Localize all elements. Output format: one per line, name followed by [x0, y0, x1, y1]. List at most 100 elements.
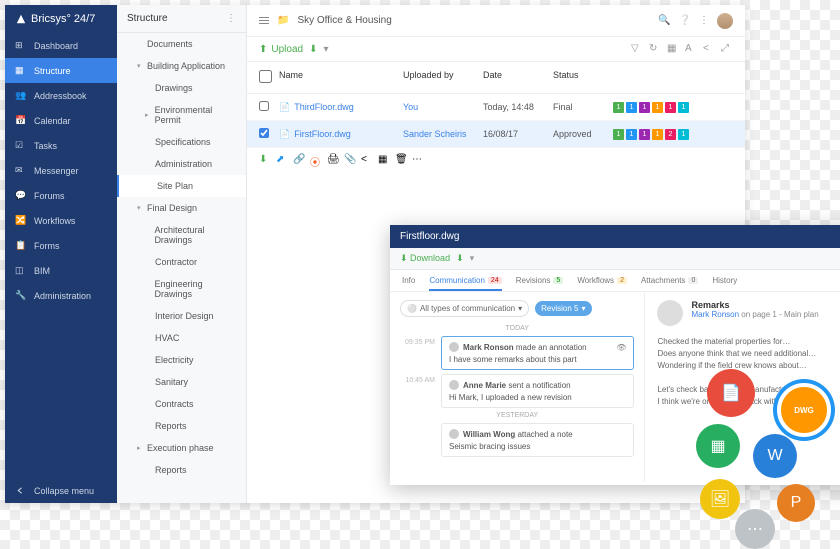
nav-forums[interactable]: 💬Forums — [5, 183, 117, 208]
tree-item[interactable]: Contractor — [117, 251, 246, 273]
tree-item[interactable]: Reports — [117, 459, 246, 481]
upload-button[interactable]: ⬆ Upload — [259, 44, 303, 55]
col-date-header[interactable]: Date — [483, 70, 553, 85]
preview-toolbar: ⬇ Download ⬇ ▾ ⋯ ⤢ — [390, 248, 840, 270]
tree-item[interactable]: ▾Building Application — [117, 55, 246, 77]
nav-tasks[interactable]: ☑Tasks — [5, 133, 117, 158]
table-header: Name Uploaded by Date Status — [247, 62, 745, 94]
activity-item[interactable]: William Wong attached a note Seismic bra… — [400, 423, 634, 457]
nav-workflows[interactable]: 🔀Workflows — [5, 208, 117, 233]
file-link[interactable]: 📄ThirdFloor.dwg — [279, 102, 403, 113]
tab-history[interactable]: History — [712, 276, 737, 285]
bubble-image-icon: 🖼 — [700, 479, 740, 519]
tree-item[interactable]: HVAC — [117, 327, 246, 349]
collapse-menu[interactable]: Collapse menu — [5, 478, 117, 503]
remark-title: Remarks — [691, 300, 818, 310]
activity-body: I have some remarks about this part — [449, 355, 626, 364]
tree-item[interactable]: Documents — [117, 33, 246, 55]
tab-revisions[interactable]: Revisions5 — [516, 276, 564, 285]
tree-item[interactable]: Site Plan — [117, 175, 246, 197]
preview-header: Firstfloor.dwg — ✕ — [390, 225, 840, 248]
refresh-icon[interactable]: ↻ — [649, 43, 661, 55]
action-print-icon[interactable]: 🖨 — [327, 154, 338, 165]
action-share-icon[interactable]: < — [361, 154, 372, 165]
table-row[interactable]: 📄FirstFloor.dwg Sander Scheiris 16/08/17… — [247, 121, 745, 148]
revision-dropdown[interactable]: Revision 5 ▾ — [535, 301, 591, 316]
col-status-header[interactable]: Status — [553, 70, 613, 85]
notifications-icon[interactable]: ⋮ — [699, 15, 709, 26]
tree-item[interactable]: Electricity — [117, 349, 246, 371]
status-badge: 1 — [665, 102, 676, 113]
uploaded-by[interactable]: Sander Scheiris — [403, 129, 483, 139]
search-icon[interactable]: 🔍 — [658, 15, 670, 26]
action-download-icon[interactable]: ⬇ — [259, 154, 270, 165]
col-name-header[interactable]: Name — [279, 70, 403, 85]
nav-forms[interactable]: 📋Forms — [5, 233, 117, 258]
visibility-icon[interactable]: 👁 — [616, 343, 626, 352]
tree-item[interactable]: ▸Execution phase — [117, 437, 246, 459]
nav-dashboard[interactable]: ⊞Dashboard — [5, 33, 117, 58]
tree-item[interactable]: Administration — [117, 153, 246, 175]
nav-structure[interactable]: ▦Structure — [5, 58, 117, 83]
user-avatar[interactable] — [717, 13, 733, 29]
tree-item[interactable]: Interior Design — [117, 305, 246, 327]
table-row[interactable]: 📄ThirdFloor.dwg You Today, 14:48 Final 1… — [247, 94, 745, 121]
tab-count-badge: 5 — [553, 277, 563, 284]
share-icon[interactable]: < — [703, 43, 715, 55]
preview-action-icon[interactable]: ⬇ — [456, 253, 464, 264]
file-link[interactable]: 📄FirstFloor.dwg — [279, 129, 403, 140]
tree-item[interactable]: Sanitary — [117, 371, 246, 393]
activity-item[interactable]: 10:45 AM Anne Marie sent a notification … — [400, 374, 634, 408]
action-structure-icon[interactable]: ⦿ — [310, 154, 321, 165]
tree-item[interactable]: Specifications — [117, 131, 246, 153]
nav-dashboard-icon: ⊞ — [15, 40, 26, 51]
menu-icon[interactable] — [259, 17, 269, 25]
row-checkbox[interactable] — [259, 128, 269, 138]
tab-info[interactable]: Info — [402, 276, 415, 285]
structure-menu-icon[interactable]: ⋮ — [226, 13, 236, 24]
help-icon[interactable]: ❔ — [679, 15, 691, 26]
bubble-dwg-icon: DWG — [773, 379, 835, 441]
nav-messenger-icon: ✉ — [15, 165, 26, 176]
preview-dropdown-icon[interactable]: ▾ — [470, 253, 475, 264]
tab-communication[interactable]: Communication24 — [429, 276, 501, 291]
action-delete-icon[interactable]: 🗑 — [395, 154, 406, 165]
action-open-icon[interactable]: ⬈ — [276, 154, 287, 165]
collapse-label: Collapse menu — [34, 486, 94, 496]
nav-messenger[interactable]: ✉Messenger — [5, 158, 117, 183]
nav-addressbook[interactable]: 👥Addressbook — [5, 83, 117, 108]
activity-item[interactable]: 09:35 PM Mark Ronson made an annotation … — [400, 336, 634, 370]
select-all-checkbox[interactable] — [259, 70, 272, 83]
tree-item[interactable]: Drawings — [117, 77, 246, 99]
expand-icon[interactable]: ⤢ — [721, 43, 733, 55]
tab-workflows[interactable]: Workflows2 — [577, 276, 627, 285]
tab-attachments[interactable]: Attachments0 — [641, 276, 698, 285]
grid-icon[interactable]: ▦ — [667, 43, 679, 55]
tree-caret-icon: ▸ — [145, 111, 151, 119]
tree-item[interactable]: Contracts — [117, 393, 246, 415]
filter-communication-dropdown[interactable]: ⚪ All types of communication ▾ — [400, 300, 529, 317]
upload-date: 16/08/17 — [483, 129, 553, 139]
file-icon: 📄 — [279, 102, 290, 113]
action-more-icon[interactable]: ⋯ — [412, 154, 423, 165]
download-icon[interactable]: ⬇ — [309, 44, 317, 55]
action-attach-icon[interactable]: 📎 — [344, 154, 355, 165]
nav-bim[interactable]: ◫BIM — [5, 258, 117, 283]
col-uploadedby-header[interactable]: Uploaded by — [403, 70, 483, 85]
tree-item[interactable]: Reports — [117, 415, 246, 437]
more-dropdown-icon[interactable]: ▾ — [323, 44, 328, 55]
row-checkbox[interactable] — [259, 101, 269, 111]
file-type-bubbles: 📄 DWG ▦ W P 🖼 ⋯ — [645, 354, 835, 544]
tree-item[interactable]: Architectural Drawings — [117, 219, 246, 251]
nav-administration[interactable]: 🔧Administration — [5, 283, 117, 308]
preview-download-button[interactable]: ⬇ Download — [400, 253, 450, 264]
action-link-icon[interactable]: 🔗 — [293, 154, 304, 165]
action-grid-icon[interactable]: ▦ — [378, 154, 389, 165]
tree-item[interactable]: Engineering Drawings — [117, 273, 246, 305]
filter-icon[interactable]: ▽ — [631, 43, 643, 55]
text-icon[interactable]: A — [685, 43, 697, 55]
nav-calendar[interactable]: 📅Calendar — [5, 108, 117, 133]
tree-item[interactable]: ▾Final Design — [117, 197, 246, 219]
uploaded-by[interactable]: You — [403, 102, 483, 112]
tree-item[interactable]: ▸Environmental Permit — [117, 99, 246, 131]
